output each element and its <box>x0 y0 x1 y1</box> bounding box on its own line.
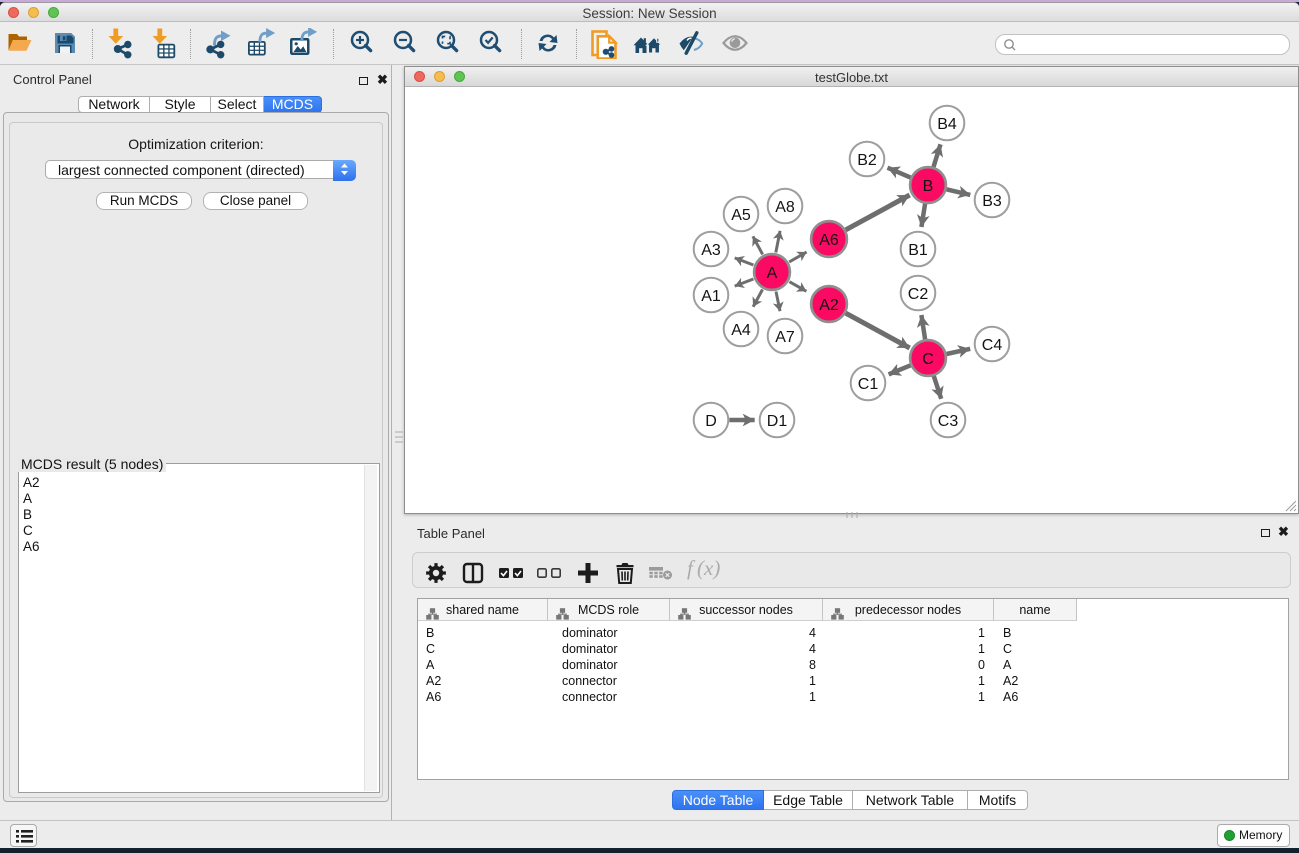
svg-text:C2: C2 <box>908 286 929 303</box>
svg-text:B: B <box>923 178 934 195</box>
svg-text:B3: B3 <box>982 193 1002 210</box>
svg-text:B1: B1 <box>908 242 928 259</box>
svg-text:A8: A8 <box>775 199 795 216</box>
svg-text:A5: A5 <box>731 207 751 224</box>
svg-text:B4: B4 <box>937 116 957 133</box>
svg-text:A: A <box>767 265 778 282</box>
svg-text:D1: D1 <box>767 413 788 430</box>
svg-text:A1: A1 <box>701 288 721 305</box>
svg-text:A6: A6 <box>819 232 839 249</box>
svg-text:C: C <box>922 351 934 368</box>
svg-text:A4: A4 <box>731 322 751 339</box>
svg-text:B2: B2 <box>857 152 877 169</box>
svg-text:A2: A2 <box>819 297 839 314</box>
svg-text:D: D <box>705 413 717 430</box>
svg-text:C4: C4 <box>982 337 1003 354</box>
svg-text:A7: A7 <box>775 329 795 346</box>
svg-text:A3: A3 <box>701 242 721 259</box>
svg-text:C3: C3 <box>938 413 959 430</box>
svg-text:C1: C1 <box>858 376 879 393</box>
